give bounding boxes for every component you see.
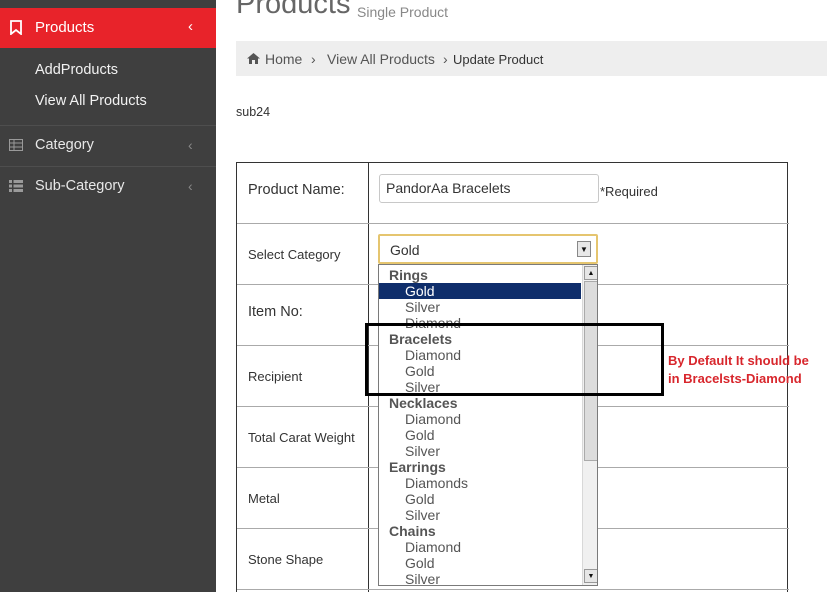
dropdown-option[interactable]: Diamonds [379, 475, 581, 491]
chevron-left-icon: ‹ [188, 18, 193, 35]
dropdown-option[interactable]: Silver [379, 443, 581, 459]
metal-label: Metal [248, 491, 280, 506]
dropdown-group-label: Earrings [389, 459, 446, 475]
home-icon [247, 53, 260, 64]
dropdown-group-label: Necklaces [389, 395, 458, 411]
sidebar-subitem-view-all-products[interactable]: View All Products [35, 93, 147, 109]
recipient-label: Recipient [248, 369, 303, 384]
breadcrumb-separator: › [443, 51, 448, 67]
required-note: *Required [600, 184, 658, 199]
annotation-note: By Default It should be in Bracelsts-Dia… [668, 352, 809, 388]
breadcrumb: Home › View All Products › Update Produc… [236, 41, 827, 76]
scroll-up-arrow-icon[interactable]: ▲ [584, 266, 597, 280]
dropdown-option[interactable]: Silver [379, 299, 581, 315]
sidebar-item-products[interactable]: Products ‹ [0, 8, 216, 48]
dropdown-group-label: Chains [389, 523, 436, 539]
breadcrumb-home-link[interactable]: Home [265, 51, 302, 67]
sidebar-item-sub-category[interactable]: Sub-Category ‹ [0, 167, 216, 207]
sidebar-item-category[interactable]: Category ‹ [0, 126, 216, 166]
category-dropdown-list[interactable]: Rings Gold Silver Diamond Bracelets Diamond Go… [378, 264, 598, 586]
sidebar-item-label: Category [35, 137, 94, 153]
page-title: Products [236, 0, 351, 20]
dropdown-option[interactable]: Gold [379, 283, 581, 299]
bookmark-icon [10, 20, 22, 35]
dropdown-option[interactable]: Gold [379, 491, 581, 507]
annotation-line: in Bracelsts-Diamond [668, 371, 802, 386]
table-icon [9, 139, 23, 151]
total-carat-weight-label: Total Carat Weight [248, 430, 355, 445]
dropdown-option[interactable]: Diamond [379, 539, 581, 555]
dropdown-group-label: Rings [389, 267, 428, 283]
scroll-down-arrow-icon[interactable]: ▼ [584, 569, 597, 583]
product-name-input[interactable]: PandorAa Bracelets [379, 174, 599, 203]
dropdown-option[interactable]: Gold [379, 555, 581, 571]
select-category-label: Select Category [248, 247, 341, 262]
sidebar-item-label: Products [35, 19, 95, 36]
chevron-down-icon[interactable]: ▼ [577, 241, 591, 257]
sidebar-item-label: Sub-Category [35, 178, 125, 194]
divider [237, 223, 789, 224]
category-select-value: Gold [390, 242, 420, 258]
dropdown-option[interactable]: Silver [379, 507, 581, 523]
item-no-label: Item No: [248, 304, 303, 320]
scrollbar[interactable]: ▲ ▼ [582, 265, 597, 585]
sidebar: Products ‹ AddProducts View All Products… [0, 0, 216, 592]
breadcrumb-current: Update Product [453, 52, 544, 67]
chevron-left-icon: ‹ [188, 178, 193, 194]
annotation-highlight-box [365, 323, 664, 396]
dropdown-option[interactable]: Gold [379, 427, 581, 443]
sidebar-subitem-add-products[interactable]: AddProducts [35, 62, 118, 78]
divider [237, 589, 789, 590]
dropdown-option[interactable]: Diamond [379, 411, 581, 427]
stone-shape-label: Stone Shape [248, 552, 324, 567]
dropdown-option[interactable]: Silver [379, 571, 581, 585]
product-name-label: Product Name: [248, 182, 345, 198]
page-subtitle: Single Product [357, 4, 449, 20]
breadcrumb-separator: › [311, 51, 316, 67]
annotation-line: By Default It should be [668, 353, 809, 368]
breadcrumb-view-all-link[interactable]: View All Products [327, 51, 435, 67]
list-icon [9, 180, 23, 192]
chevron-left-icon: ‹ [188, 137, 193, 153]
tagline: sub24 [236, 105, 271, 119]
category-select[interactable]: Gold ▼ [378, 234, 598, 264]
